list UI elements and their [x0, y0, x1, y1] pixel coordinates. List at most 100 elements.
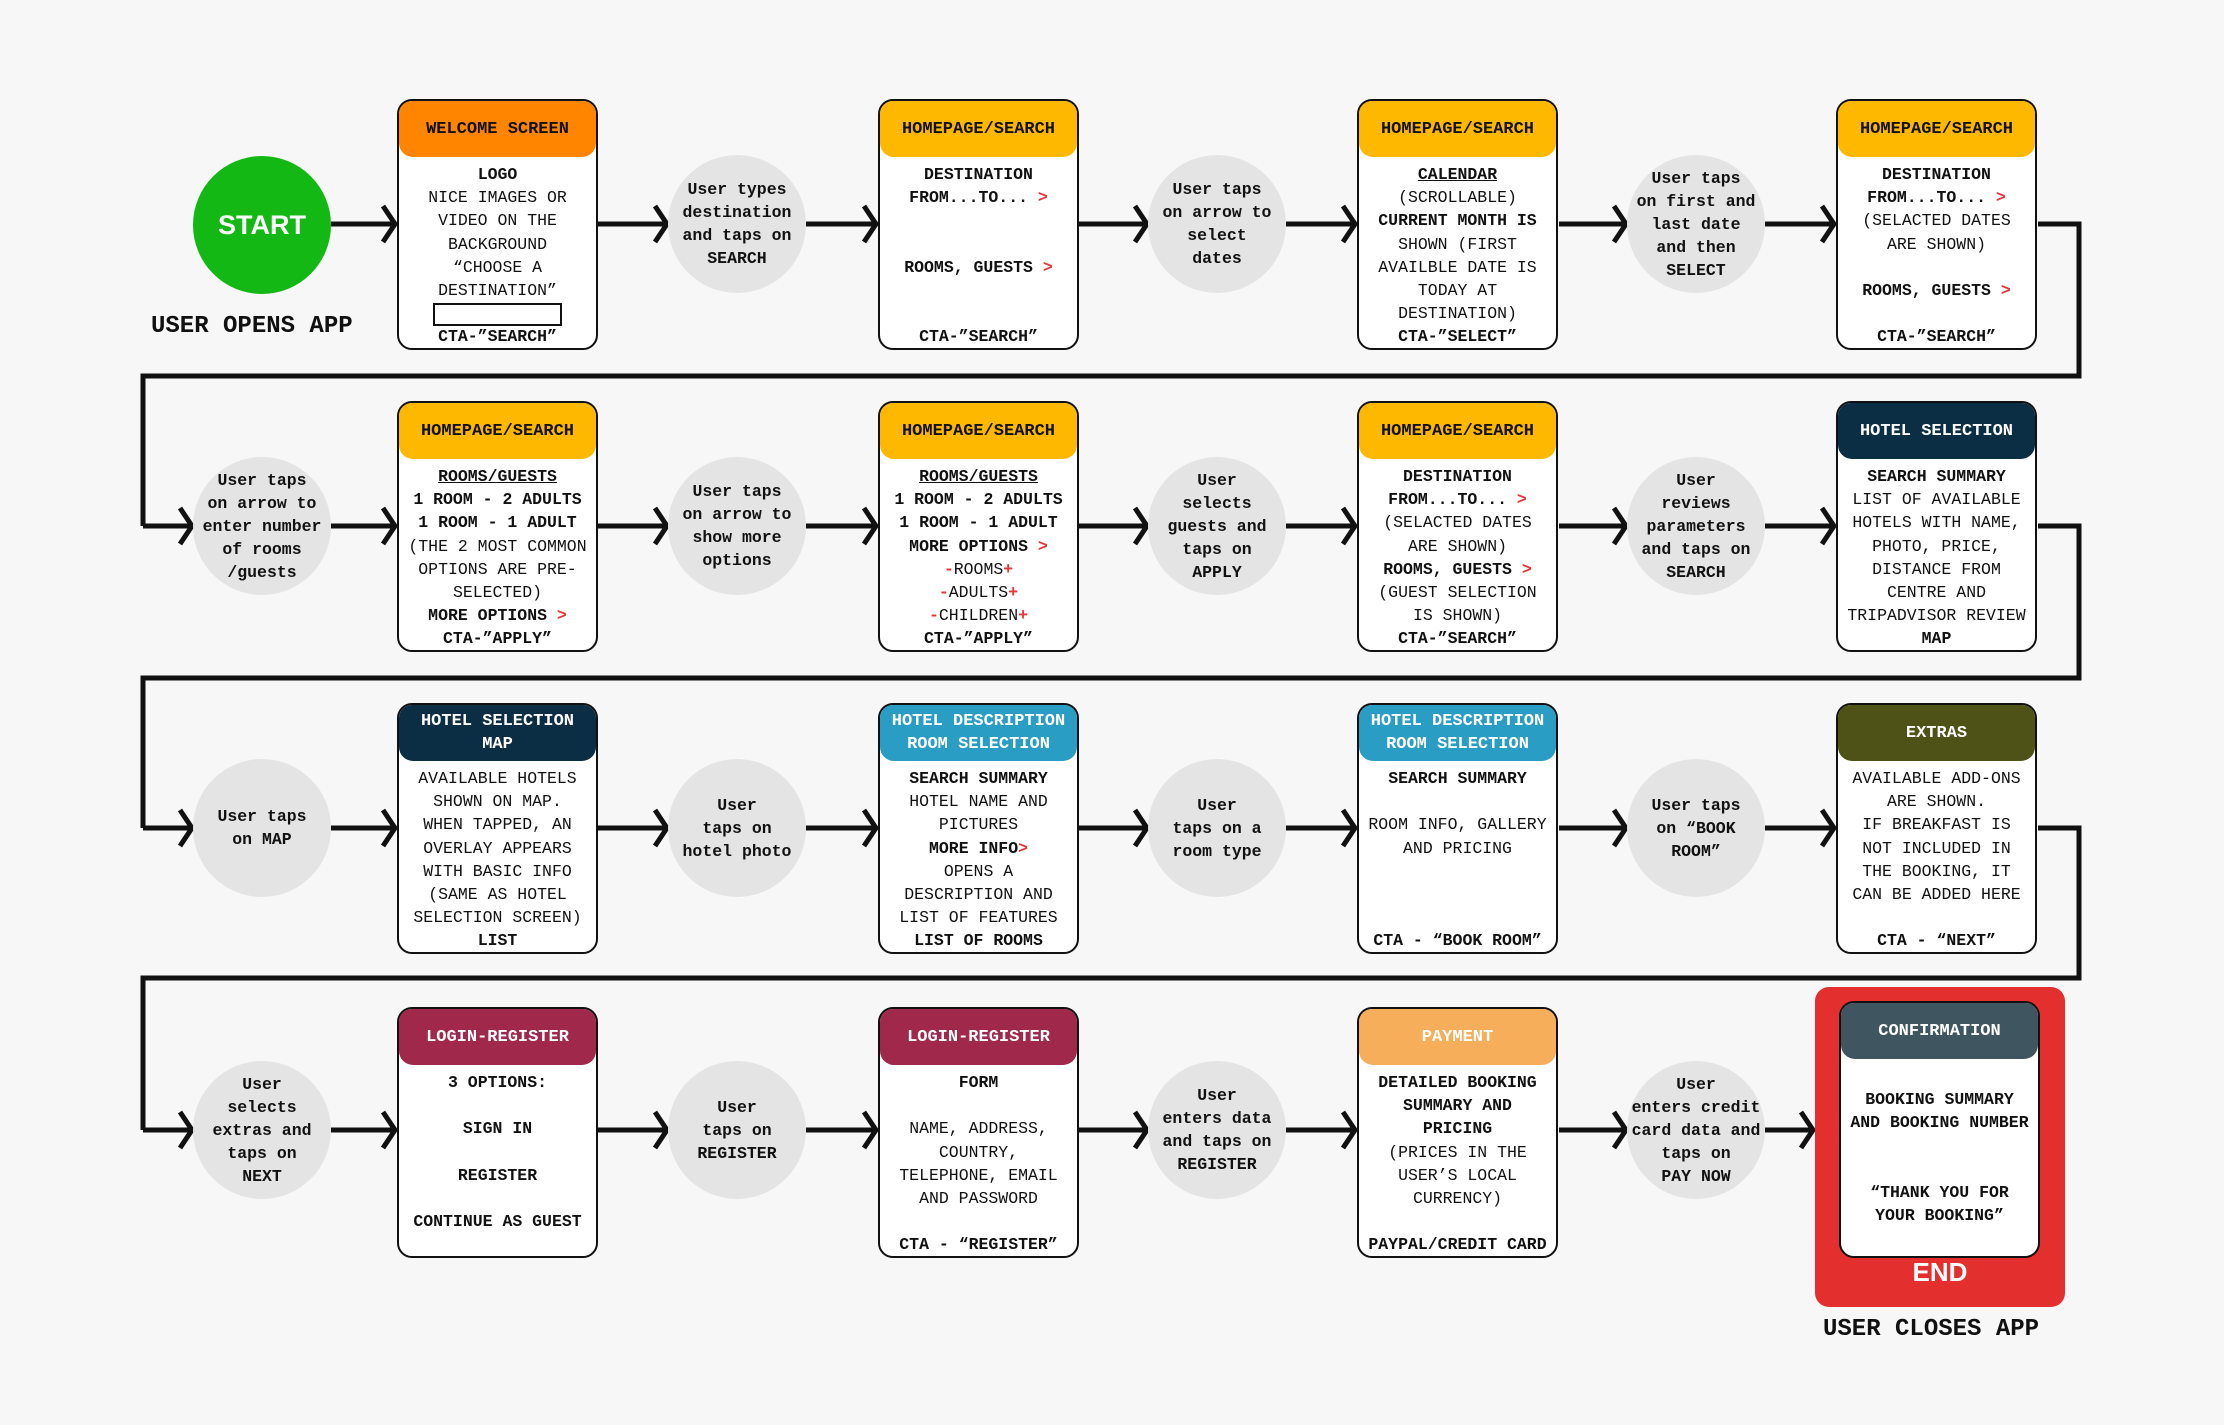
- action-text: taps on: [1661, 1143, 1731, 1163]
- screen-card-line: “CHOOSE A: [399, 256, 596, 279]
- line-text: CENTRE AND: [1886, 582, 1987, 602]
- action-text: ROOM”: [1671, 841, 1721, 861]
- line-text: IF BREAKFAST IS: [1862, 815, 2011, 835]
- line-text: DISTANCE FROM: [1872, 559, 2001, 579]
- screen-card-title: HOTEL SELECTION: [420, 712, 575, 731]
- screen-card-header: HOMEPAGE/SEARCH: [1359, 101, 1556, 157]
- line-text: ROOMS/GUESTS: [438, 467, 557, 486]
- screen-card-line: ROOM INFO, GALLERY: [1359, 813, 1556, 836]
- user-action-bubble: User taps on “BOOK ROOM”: [1627, 759, 1765, 897]
- line-text: CTA-”SEARCH”: [438, 327, 557, 347]
- line-text: AND PASSWORD: [919, 1188, 1038, 1208]
- screen-card-header: HOTEL DESCRIPTION ROOM SELECTION: [880, 705, 1077, 761]
- action-text: taps on: [702, 1120, 772, 1140]
- line-text: ARE SHOWN.: [1886, 792, 1987, 812]
- screen-card-title: ROOM SELECTION: [907, 735, 1050, 754]
- user-action-bubble: User taps on MAP: [193, 759, 331, 897]
- action-text: User: [1676, 470, 1716, 490]
- line-text: CAN BE ADDED HERE: [1852, 884, 2021, 904]
- action-text: taps on a: [1172, 818, 1262, 838]
- screen-card-line: SEARCH SUMMARY: [1359, 767, 1556, 790]
- screen-card-line: (SELACTED DATES: [1359, 511, 1556, 534]
- line-text: SEARCH SUMMARY: [1388, 769, 1527, 788]
- screen-card-line: SEARCH SUMMARY: [1838, 465, 2035, 488]
- line-text: ADULTS: [948, 582, 1009, 602]
- screen-card-line: 1 ROOM - 2 ADULTS: [880, 488, 1077, 511]
- screen-card-header: PAYMENT: [1359, 1009, 1556, 1065]
- action-text: User taps: [692, 482, 782, 501]
- line-text: MORE OPTIONS: [909, 536, 1028, 556]
- screen-card-title: ROOM SELECTION: [1386, 735, 1529, 754]
- screen-card-body: DETAILED BOOKING SUMMARY AND PRICING (PRICE…: [1359, 1065, 1556, 1256]
- screen-card-line: CONTINUE AS GUEST: [399, 1210, 596, 1233]
- line-text: CTA-”APPLY”: [924, 629, 1033, 649]
- line-text: PRICING: [1422, 1119, 1493, 1139]
- action-text: and taps on: [682, 226, 792, 245]
- action-text: on “BOOK: [1656, 818, 1736, 838]
- action-text: on arrow to: [1162, 203, 1272, 222]
- screen-card-line: BOOKING SUMMARY: [1841, 1088, 2038, 1111]
- action-text: User taps: [1651, 795, 1741, 815]
- screen-card-line: CTA-”SEARCH”: [1838, 325, 2035, 348]
- screen-card-line: FROM...TO... >: [1838, 186, 2035, 209]
- screen-card-body: LOGO NICE IMAGES OR VIDEO ON THE BACKGROUND…: [399, 157, 596, 348]
- screen-card-line: AVAILBLE DATE IS: [1359, 256, 1556, 279]
- screen-card-body: ROOMS/GUESTS 1 ROOM - 2 ADULTS 1 ROOM - 1 …: [880, 459, 1077, 650]
- screen-card: HOMEPAGE/SEARCH DESTINATION FROM...TO... >…: [1836, 99, 2037, 350]
- screen-card-line: DETAILED BOOKING: [1359, 1071, 1556, 1094]
- screen-card-line: ROOMS, GUESTS >: [1838, 279, 2035, 302]
- screen-card-header: EXTRAS: [1838, 705, 2035, 761]
- screen-card-line: SEARCH SUMMARY: [880, 767, 1077, 790]
- line-text: DESTINATION: [1882, 165, 1991, 184]
- line-text: 3 OPTIONS:: [447, 1073, 548, 1092]
- screen-card-line: [880, 1094, 1077, 1117]
- screen-card-line: [1841, 1135, 2038, 1158]
- screen-card-line: YOUR BOOKING”: [1841, 1204, 2038, 1227]
- screen-card-line: TRIPADVISOR REVIEW: [1838, 604, 2035, 627]
- screen-card-line: ROOMS, GUESTS >: [1359, 558, 1556, 581]
- screen-card-line: PICTURES: [880, 813, 1077, 836]
- line-text: SUMMARY AND: [1403, 1096, 1512, 1116]
- screen-card-line: VIDEO ON THE: [399, 209, 596, 232]
- action-text: of rooms: [222, 539, 302, 559]
- action-text: enters credit: [1631, 1097, 1761, 1117]
- screen-card-header: HOMEPAGE/SEARCH: [1838, 101, 2035, 157]
- action-text: on arrow to: [682, 505, 792, 524]
- line-text: WITH BASIC INFO: [423, 861, 572, 881]
- screen-card-line: TELEPHONE, EMAIL: [880, 1164, 1077, 1187]
- screen-card-line: CENTRE AND: [1838, 581, 2035, 604]
- user-action-bubble: User reviews parameters and taps on SEARCH: [1627, 457, 1765, 595]
- line-text: THE BOOKING, IT: [1862, 861, 2011, 881]
- chevron-right-icon: >: [1986, 188, 2006, 208]
- screen-card-line: MORE INFO>: [880, 837, 1077, 860]
- screen-card-line: (SCROLLABLE): [1359, 186, 1556, 209]
- chevron-right-icon: >: [1018, 838, 1029, 858]
- screen-card-line: AND PRICING: [1359, 837, 1556, 860]
- action-text: User taps: [1172, 180, 1262, 199]
- action-text: User taps: [1651, 168, 1741, 188]
- action-text: destination: [682, 203, 792, 222]
- screen-card-line: -ADULTS+: [880, 581, 1077, 604]
- screen-card-line: SELECTION SCREEN): [399, 906, 596, 929]
- screen-card-line: BACKGROUND: [399, 233, 596, 256]
- line-text: (SELACTED DATES: [1383, 513, 1532, 533]
- screen-card-line: AVAILABLE HOTELS: [399, 767, 596, 790]
- start-caption: USER OPENS APP: [151, 313, 353, 340]
- line-text: SHOWN (FIRST: [1398, 234, 1517, 254]
- action-text: parameters: [1646, 516, 1746, 536]
- user-action-bubble: User selects guests and taps on APPLY: [1148, 457, 1286, 595]
- screen-card-line: CTA-”APPLY”: [880, 627, 1077, 650]
- screen-card-line: [1359, 790, 1556, 813]
- action-text: show more: [692, 528, 782, 547]
- screen-card: HOTEL SELECTION SEARCH SUMMARY LIST OF AVA…: [1836, 401, 2037, 652]
- action-text: REGISTER: [697, 1143, 777, 1163]
- action-text: User: [717, 1097, 757, 1117]
- screen-card-line: (PRICES IN THE: [1359, 1141, 1556, 1164]
- screen-card-line: (THE 2 MOST COMMON: [399, 535, 596, 558]
- screen-card-line: [1359, 1210, 1556, 1233]
- screen-card-line: [880, 1210, 1077, 1233]
- screen-card-title: HOTEL SELECTION: [1859, 421, 2014, 441]
- screen-card: HOMEPAGE/SEARCH DESTINATION FROM...TO... >…: [878, 99, 1079, 350]
- action-text: taps on: [702, 818, 772, 838]
- line-text: LIST OF AVAILABLE: [1852, 490, 2021, 510]
